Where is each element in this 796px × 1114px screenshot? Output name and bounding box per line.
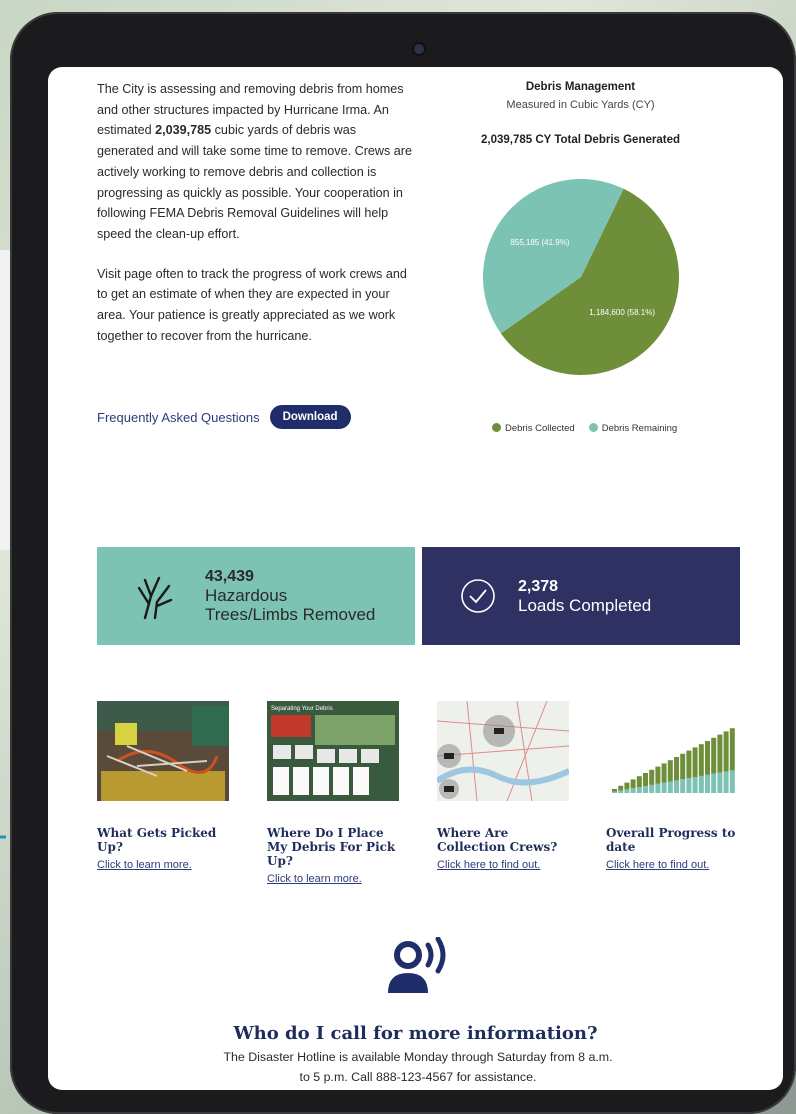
progress-bar-collected [698, 744, 704, 776]
stat-trees-removed: 43,439 Hazardous Trees/Limbs Removed [97, 547, 415, 645]
hotline-text: The Disaster Hotline is available Monday… [223, 1050, 613, 1084]
progress-bar-remaining [655, 783, 661, 793]
progress-bar-collected [680, 753, 686, 780]
progress-bar-collected [692, 747, 698, 778]
hotline-title: Who do I call for more information? [233, 1023, 598, 1044]
legend-label: Debris Remaining [601, 423, 678, 434]
pie-data-label: 855,185 (41.9%) [510, 238, 569, 247]
card-where-place-debris[interactable]: Separating Your Debris Where Do I Place … [267, 701, 407, 885]
chart-legend: Debris Collected Debris Remaining [492, 423, 677, 434]
progress-bar-collected [636, 776, 642, 788]
card-overall-progress[interactable]: Overall Progress to date Click here to f… [606, 701, 746, 871]
pie-chart: 1,184,600 (58.1%) 855,185 (41.9%) [483, 179, 679, 375]
card-link[interactable]: Click to learn more. [97, 859, 237, 871]
progress-bar-collected [630, 779, 636, 789]
debris-pile-image[interactable] [97, 701, 229, 801]
card-what-gets-picked-up[interactable]: What Gets Picked Up? Click to learn more… [97, 701, 237, 871]
stat-trees-label-1: Hazardous [205, 586, 288, 605]
progress-bar-remaining [661, 782, 667, 793]
chart-total-label: 2,039,785 CY Total Debris Generated [481, 134, 680, 146]
card-title: Where Are Collection Crews? [437, 826, 558, 854]
progress-bar-collected [612, 789, 617, 792]
progress-bar-collected [723, 731, 729, 772]
stat-loads-label: Loads Completed [518, 595, 652, 615]
progress-bar-remaining [686, 778, 692, 793]
chart-subtitle: Measured in Cubic Yards (CY) [506, 99, 655, 111]
progress-bar-collected [686, 750, 692, 779]
camera-icon [414, 44, 424, 54]
progress-bar-remaining [643, 786, 648, 793]
progress-bar-remaining [717, 772, 723, 793]
card-collection-crews[interactable]: Where Are Collection Crews? Click here t… [435, 700, 577, 871]
stat-loads-number: 2,378 [518, 577, 559, 595]
card-title: Where Do I Place My Debris For Pick Up? [267, 826, 396, 868]
progress-bar-collected [717, 734, 723, 773]
person-speaking-icon [388, 937, 446, 993]
progress-bar-collected [667, 760, 673, 782]
flyer-heading: Separating Your Debris [271, 706, 333, 712]
progress-bar-remaining [680, 779, 686, 793]
tree-limbs-icon [137, 576, 173, 620]
progress-bar-collected [624, 782, 630, 790]
legend-swatch [588, 423, 598, 432]
card-title: What Gets Picked Up? [97, 826, 217, 854]
progress-bar-remaining [667, 781, 673, 793]
progress-bar-collected [661, 763, 667, 783]
progress-bar-remaining [729, 770, 735, 793]
intro-text: The City is assessing and removing debri… [97, 79, 415, 365]
stat-trees-number: 43,439 [205, 568, 254, 585]
card-link[interactable]: Click to learn more. [267, 873, 407, 885]
progress-bar-collected [618, 785, 624, 791]
progress-bar-remaining [636, 787, 642, 793]
progress-bar-collected [643, 773, 648, 786]
progress-bar-collected [674, 757, 679, 781]
pie-data-label: 1,184,600 (58.1%) [589, 308, 655, 317]
intro-paragraph-1: The City is assessing and removing debri… [97, 82, 412, 241]
progress-bar-collected [705, 741, 710, 775]
progress-chart-image[interactable] [606, 701, 738, 801]
chart-title: Debris Management [525, 81, 636, 93]
legend-item: Debris Collected [492, 423, 575, 434]
download-button[interactable]: Download [269, 405, 351, 429]
faq-row: Frequently Asked Questions Download [97, 405, 351, 429]
faq-link[interactable]: Frequently Asked Questions [97, 410, 260, 425]
progress-bar-remaining [674, 780, 679, 793]
card-link[interactable]: Click here to find out. [437, 859, 577, 871]
check-circle-icon [461, 579, 495, 613]
progress-bar-collected [729, 728, 735, 771]
crew-map-image[interactable] [435, 700, 571, 802]
stat-loads-completed: 2,378 Loads Completed [422, 547, 740, 645]
progress-bar-collected [649, 769, 655, 785]
progress-bar-collected [711, 737, 717, 774]
progress-bar-collected [655, 766, 661, 784]
stat-trees-label-2: Trees/Limbs Removed [205, 605, 376, 624]
legend-label: Debris Collected [505, 423, 575, 434]
legend-item: Debris Remaining [588, 423, 678, 434]
progress-bar-remaining [624, 789, 630, 793]
progress-bar-remaining [649, 784, 655, 793]
progress-bar-remaining [692, 777, 698, 793]
card-title: Overall Progress to date [606, 826, 736, 854]
debris-separation-flyer-image[interactable]: Separating Your Debris [267, 701, 399, 801]
progress-bar-remaining [630, 788, 636, 793]
intro-paragraph-2: Visit page often to track the progress o… [97, 266, 407, 343]
card-link[interactable]: Click here to find out. [606, 859, 746, 871]
progress-bar-remaining [612, 791, 617, 793]
progress-bar-remaining [711, 773, 717, 793]
tablet-frame: The City is assessing and removing debri… [10, 12, 796, 1114]
legend-swatch [492, 423, 501, 432]
progress-bar-remaining [618, 790, 624, 793]
tablet-screen: The City is assessing and removing debri… [48, 67, 783, 1090]
progress-bar-remaining [723, 771, 729, 793]
progress-bar-remaining [698, 775, 704, 793]
progress-bar-remaining [705, 774, 710, 793]
